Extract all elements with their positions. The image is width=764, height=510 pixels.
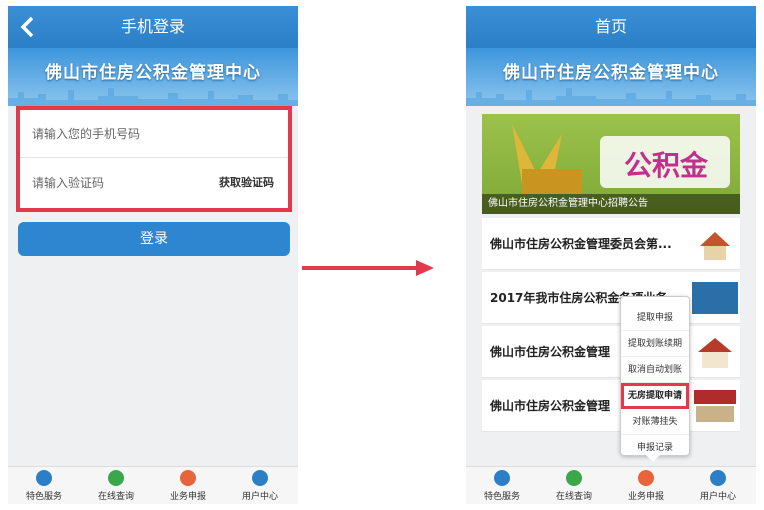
login-screen: 手机登录 佛山市住房公积金管理中心 请输入您的手机号码 请输入验证码 获取验证码… bbox=[8, 6, 298, 504]
news-title: 佛山市住房公积金管理 bbox=[490, 399, 611, 413]
tab-business-report[interactable]: 业务申报 bbox=[152, 467, 224, 504]
city-skyline-image bbox=[466, 88, 756, 106]
news-item[interactable]: 佛山市住房公积金管理 bbox=[482, 380, 740, 432]
bottom-tab-bar: 特色服务 在线查询 业务申报 用户中心 bbox=[8, 466, 298, 504]
tab-label: 特色服务 bbox=[483, 492, 520, 502]
transition-arrow-icon bbox=[302, 260, 434, 276]
login-button[interactable]: 登录 bbox=[18, 222, 290, 256]
news-title: 佛山市住房公积金管理委员会第... bbox=[490, 237, 672, 251]
office-thumbnail bbox=[694, 390, 736, 422]
title-bar: 手机登录 bbox=[8, 6, 298, 48]
tab-special-service[interactable]: 特色服务 bbox=[466, 467, 538, 504]
search-icon bbox=[566, 470, 582, 486]
house-money-thumbnail bbox=[700, 232, 730, 260]
house-thumbnail bbox=[698, 338, 732, 368]
news-item[interactable]: 佛山市住房公积金管理委员会第... bbox=[482, 218, 740, 270]
banner: 佛山市住房公积金管理中心 bbox=[466, 48, 756, 106]
banner: 佛山市住房公积金管理中心 bbox=[8, 48, 298, 106]
menu-item-no-house-withdraw[interactable]: 无房提取申请 bbox=[621, 383, 689, 409]
report-icon bbox=[180, 470, 196, 486]
special-service-icon bbox=[494, 470, 510, 486]
city-skyline-image bbox=[8, 88, 298, 106]
page-title: 首页 bbox=[594, 17, 627, 36]
special-service-icon bbox=[36, 470, 52, 486]
phone-placeholder: 请输入您的手机号码 bbox=[32, 127, 141, 141]
verification-code-field[interactable]: 请输入验证码 获取验证码 bbox=[20, 159, 288, 207]
tab-label: 在线查询 bbox=[555, 492, 592, 502]
tab-label: 在线查询 bbox=[97, 492, 134, 502]
fund-logo-thumbnail bbox=[692, 282, 738, 314]
tab-special-service[interactable]: 特色服务 bbox=[8, 467, 80, 504]
tab-label: 用户中心 bbox=[241, 492, 278, 502]
phone-number-field[interactable]: 请输入您的手机号码 bbox=[20, 110, 288, 158]
feature-logo: 公积金 bbox=[623, 149, 708, 182]
banner-title: 佛山市住房公积金管理中心 bbox=[45, 63, 261, 83]
login-form: 请输入您的手机号码 请输入验证码 获取验证码 bbox=[16, 106, 292, 212]
feature-banner[interactable]: 公积金 佛山市住房公积金管理中心招聘公告 bbox=[482, 114, 740, 214]
page-title: 手机登录 bbox=[120, 17, 185, 36]
report-icon bbox=[638, 470, 654, 486]
news-title: 佛山市住房公积金管理 bbox=[490, 345, 611, 359]
user-icon bbox=[710, 470, 726, 486]
news-item[interactable]: 2017年我市住房公积金各项业务 bbox=[482, 272, 740, 324]
menu-item-transfer-renewal[interactable]: 提取划账续期 bbox=[621, 331, 689, 357]
business-report-menu: 提取申报 提取划账续期 取消自动划账 无房提取申请 对账薄挂失 申报记录 bbox=[620, 296, 690, 456]
tab-label: 业务申报 bbox=[627, 492, 664, 502]
menu-item-withdraw-report[interactable]: 提取申报 bbox=[621, 305, 689, 331]
home-screen: 首页 佛山市住房公积金管理中心 公积金 佛山市住房公积金管理中心招聘公告 佛山市… bbox=[466, 6, 756, 504]
tab-user-center[interactable]: 用户中心 bbox=[682, 467, 754, 504]
banner-title: 佛山市住房公积金管理中心 bbox=[503, 63, 719, 83]
tab-user-center[interactable]: 用户中心 bbox=[224, 467, 296, 504]
tab-label: 特色服务 bbox=[25, 492, 62, 502]
feature-caption: 佛山市住房公积金管理中心招聘公告 bbox=[482, 194, 740, 214]
tab-label: 业务申报 bbox=[169, 492, 206, 502]
tab-business-report[interactable]: 业务申报 bbox=[610, 467, 682, 504]
menu-caret bbox=[646, 455, 660, 462]
news-item[interactable]: 佛山市住房公积金管理 bbox=[482, 326, 740, 378]
user-icon bbox=[252, 470, 268, 486]
tab-online-query[interactable]: 在线查询 bbox=[80, 467, 152, 504]
code-placeholder: 请输入验证码 bbox=[32, 176, 105, 190]
tab-label: 用户中心 bbox=[699, 492, 736, 502]
menu-item-statement-loss[interactable]: 对账薄挂失 bbox=[621, 409, 689, 435]
tab-online-query[interactable]: 在线查询 bbox=[538, 467, 610, 504]
search-icon bbox=[108, 470, 124, 486]
title-bar: 首页 bbox=[466, 6, 756, 48]
bottom-tab-bar: 特色服务 在线查询 业务申报 用户中心 bbox=[466, 466, 756, 504]
menu-item-cancel-auto-transfer[interactable]: 取消自动划账 bbox=[621, 357, 689, 383]
get-code-button[interactable]: 获取验证码 bbox=[219, 159, 274, 207]
back-arrow-icon[interactable] bbox=[14, 6, 44, 48]
